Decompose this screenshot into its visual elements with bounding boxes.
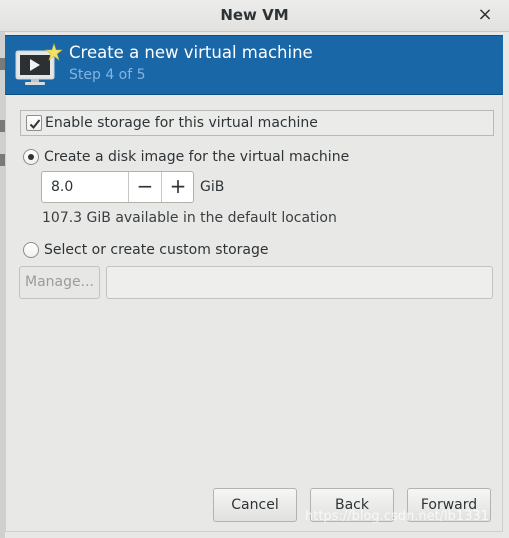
decrement-button[interactable]: − bbox=[128, 172, 161, 202]
disk-size-spinner: − + bbox=[41, 171, 194, 203]
disk-size-input[interactable] bbox=[42, 172, 127, 202]
custom-storage-radio[interactable] bbox=[23, 242, 39, 258]
checkmark-icon bbox=[29, 119, 41, 129]
enable-storage-label: Enable storage for this virtual machine bbox=[45, 115, 318, 131]
title-bar: New VM × bbox=[0, 0, 509, 32]
radio-selected-dot bbox=[28, 154, 34, 160]
watermark: https://blog.csdn.net/lb1331 bbox=[305, 509, 490, 524]
disk-size-unit: GiB bbox=[200, 179, 225, 195]
wizard-step-indicator: Step 4 of 5 bbox=[69, 67, 146, 83]
custom-storage-label: Select or create custom storage bbox=[44, 242, 269, 258]
cancel-button[interactable]: Cancel bbox=[213, 488, 297, 522]
wizard-title: Create a new virtual machine bbox=[69, 43, 313, 62]
window-title: New VM bbox=[220, 6, 289, 24]
manage-button[interactable]: Manage... bbox=[19, 266, 100, 299]
increment-button[interactable]: + bbox=[161, 172, 194, 202]
monitor-with-star-icon bbox=[13, 43, 63, 87]
disk-image-radio[interactable] bbox=[23, 149, 39, 165]
enable-storage-row: Enable storage for this virtual machine bbox=[20, 110, 494, 136]
available-space-text: 107.3 GiB available in the default locat… bbox=[42, 210, 337, 226]
close-button[interactable]: × bbox=[475, 5, 495, 25]
wizard-content: Enable storage for this virtual machine … bbox=[5, 96, 503, 532]
enable-storage-checkbox[interactable] bbox=[26, 115, 42, 131]
header-banner: Create a new virtual machine Step 4 of 5 bbox=[5, 35, 503, 95]
custom-storage-path-field[interactable] bbox=[106, 266, 493, 299]
disk-image-label: Create a disk image for the virtual mach… bbox=[44, 149, 350, 165]
